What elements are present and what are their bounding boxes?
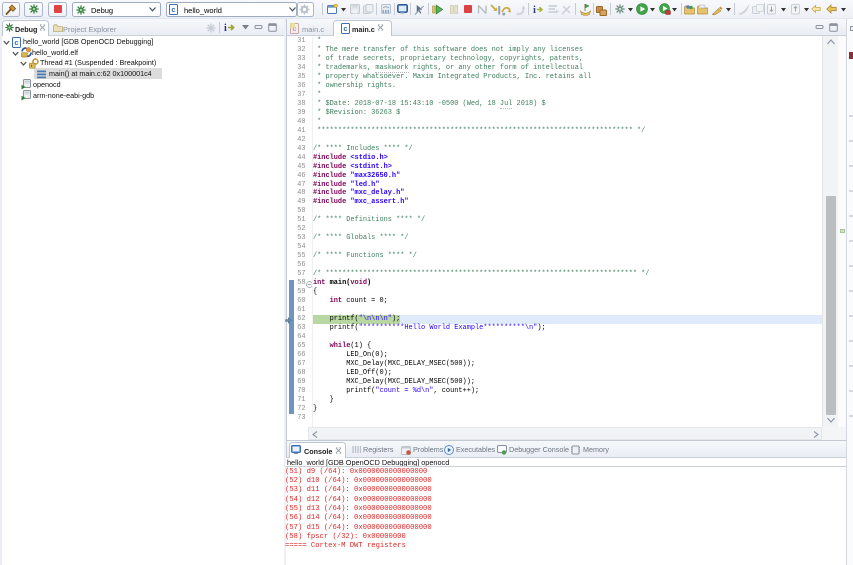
svg-text:i: i: [533, 5, 536, 15]
svg-text:c: c: [343, 24, 347, 33]
svg-text:c: c: [171, 5, 175, 14]
svg-text:i: i: [224, 23, 227, 33]
svg-text:c: c: [14, 38, 18, 47]
